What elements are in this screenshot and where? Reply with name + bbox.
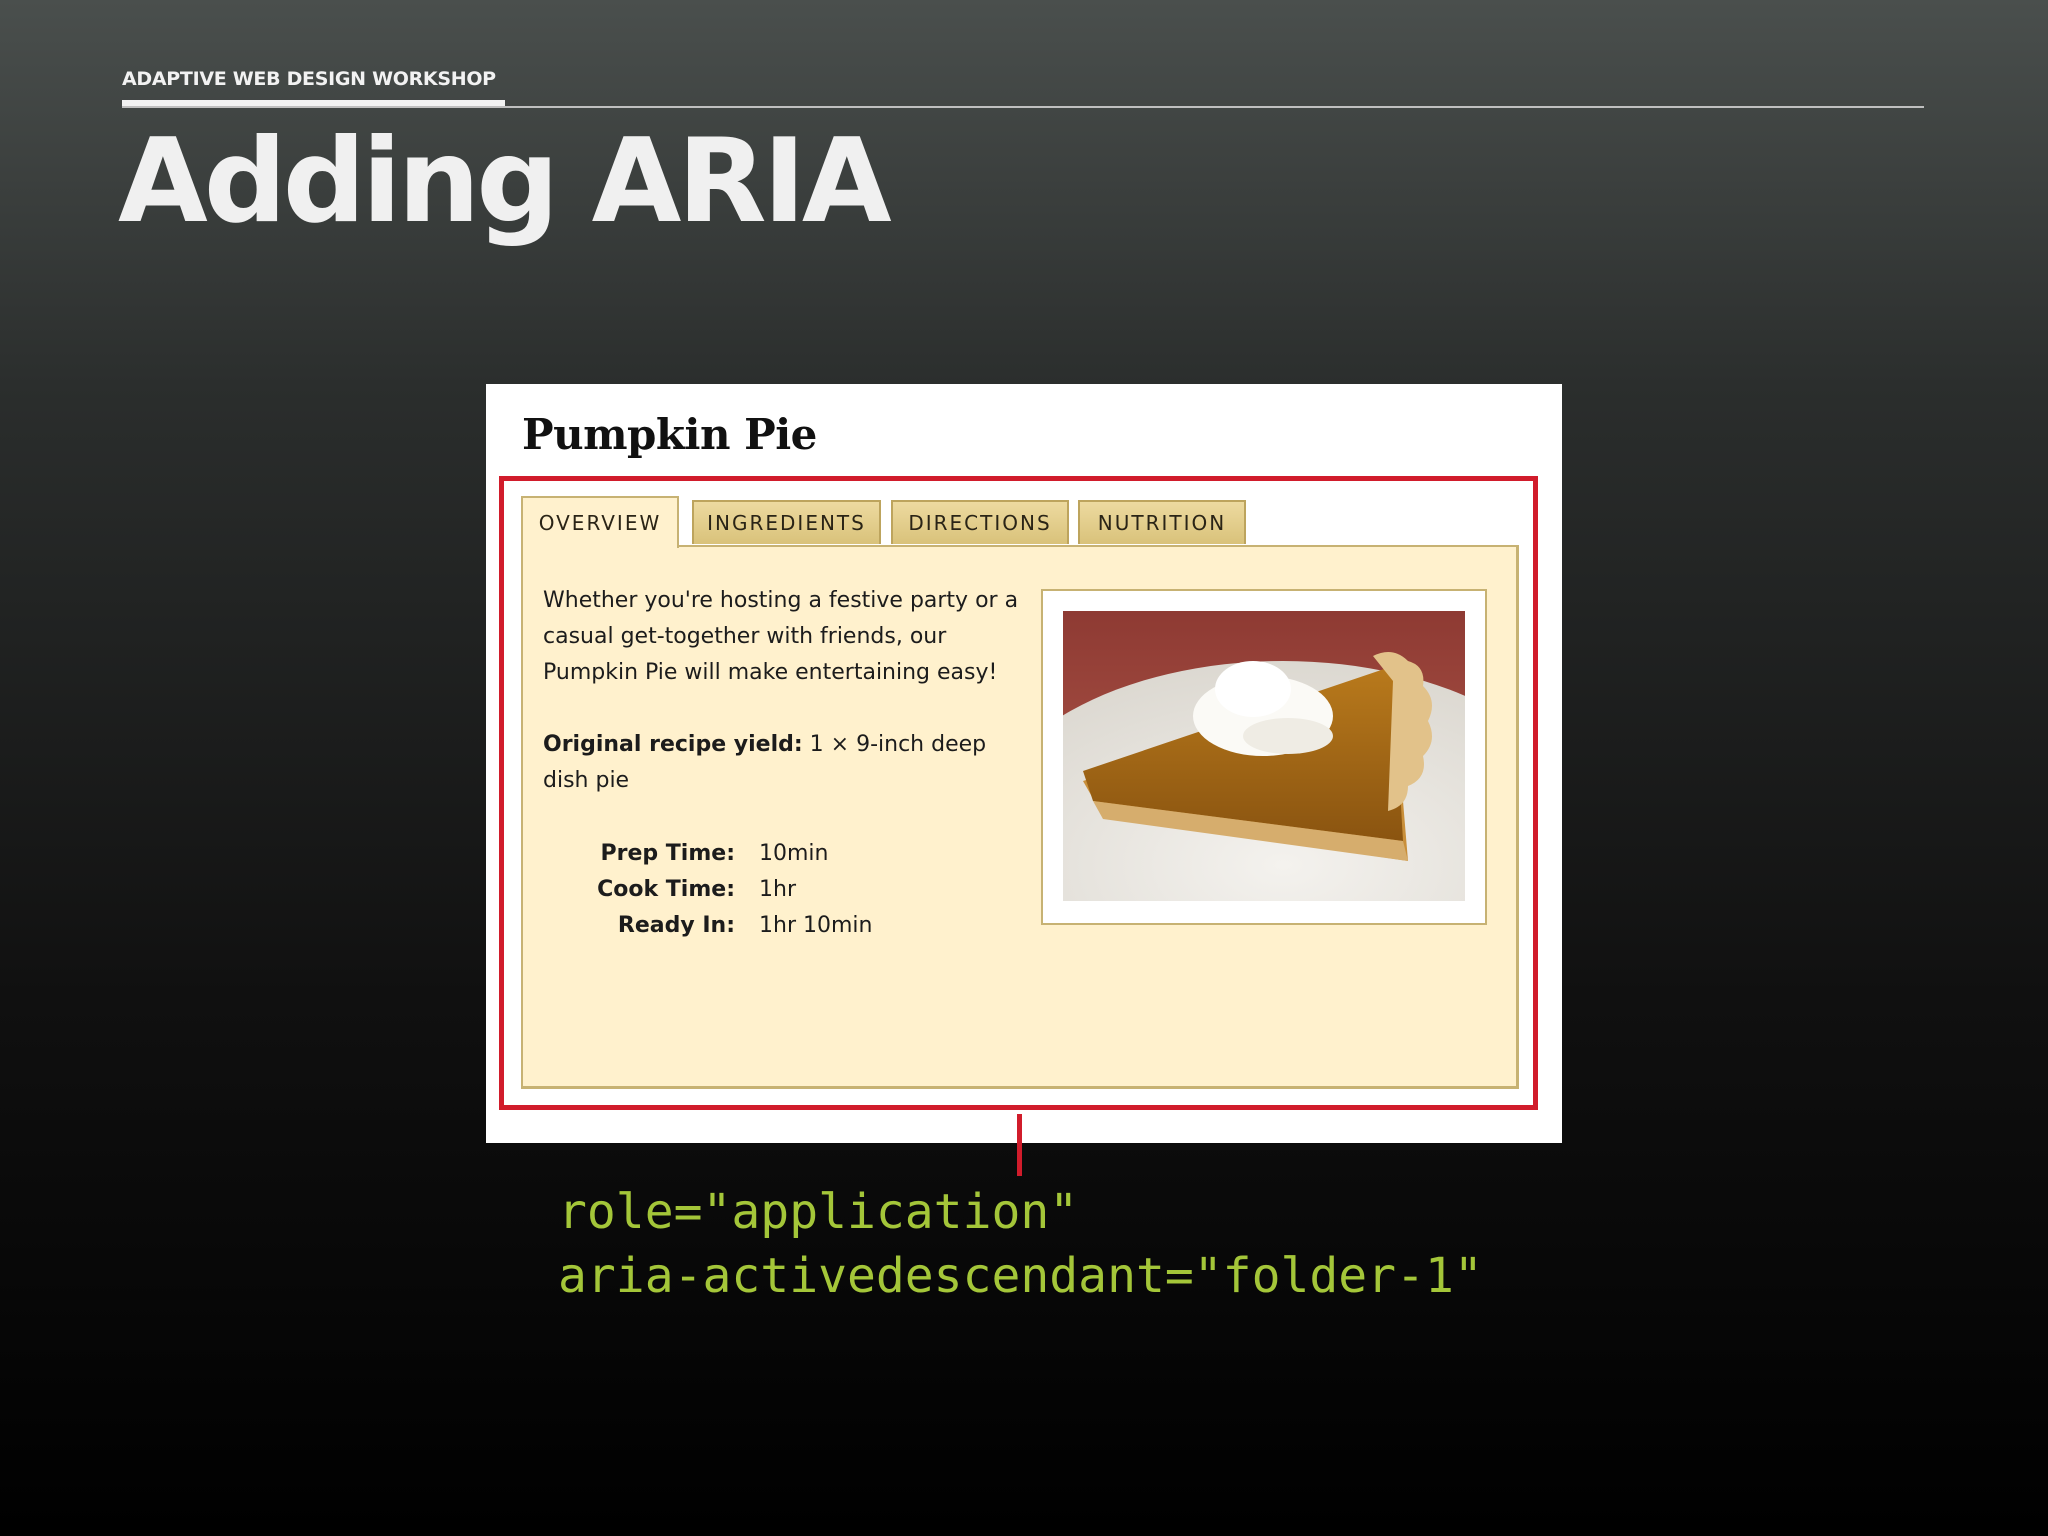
tab-label: OVERVIEW <box>538 511 662 535</box>
cook-time-label: Cook Time: <box>597 876 735 902</box>
tab-label: NUTRITION <box>1097 511 1227 535</box>
prep-time-label: Prep Time: <box>600 840 736 866</box>
role-attribute: role="application" <box>558 1184 1079 1240</box>
tab-label: DIRECTIONS <box>908 511 1052 535</box>
slide-title: Adding ARIA <box>118 114 892 249</box>
yield-label: Original recipe yield: <box>543 732 803 757</box>
workshop-kicker: ADAPTIVE WEB DESIGN WORKSHOP <box>122 68 496 90</box>
header-rule <box>122 106 1924 108</box>
overview-panel: Whether you're hosting a festive party o… <box>521 545 1519 1089</box>
tab-nutrition[interactable]: NUTRITION <box>1078 500 1246 544</box>
tab-label: INGREDIENTS <box>707 511 866 535</box>
pumpkin-pie-photo <box>1063 611 1465 901</box>
time-row: Cook Time: 1hr <box>543 871 872 907</box>
tab-ingredients[interactable]: INGREDIENTS <box>692 500 881 544</box>
pie-slice-image <box>1063 611 1465 901</box>
ready-in-label: Ready In: <box>617 912 735 938</box>
aria-annotation: role="application" aria-activedescendant… <box>558 1180 1483 1308</box>
activedescendant-attribute: aria-activedescendant="folder-1" <box>558 1248 1483 1304</box>
cook-time-value: 1hr <box>759 876 796 902</box>
recipe-yield: Original recipe yield: 1 × 9-inch deep d… <box>543 727 1033 799</box>
recipe-description: Whether you're hosting a festive party o… <box>543 588 1019 685</box>
recipe-screenshot: Pumpkin Pie OVERVIEW INGREDIENTS DIRECTI… <box>486 384 1562 1143</box>
photo-frame <box>1041 589 1487 925</box>
recipe-title: Pumpkin Pie <box>522 410 817 459</box>
tab-overview[interactable]: OVERVIEW <box>521 496 679 548</box>
prep-time-value: 10min <box>759 840 829 866</box>
annotation-connector <box>1017 1114 1022 1176</box>
recipe-times: Prep Time: 10min Cook Time: 1hr Ready In… <box>543 835 872 943</box>
ready-in-value: 1hr 10min <box>759 912 873 938</box>
tab-directions[interactable]: DIRECTIONS <box>891 500 1069 544</box>
time-row: Ready In: 1hr 10min <box>543 907 873 943</box>
time-row: Prep Time: 10min <box>543 835 872 871</box>
